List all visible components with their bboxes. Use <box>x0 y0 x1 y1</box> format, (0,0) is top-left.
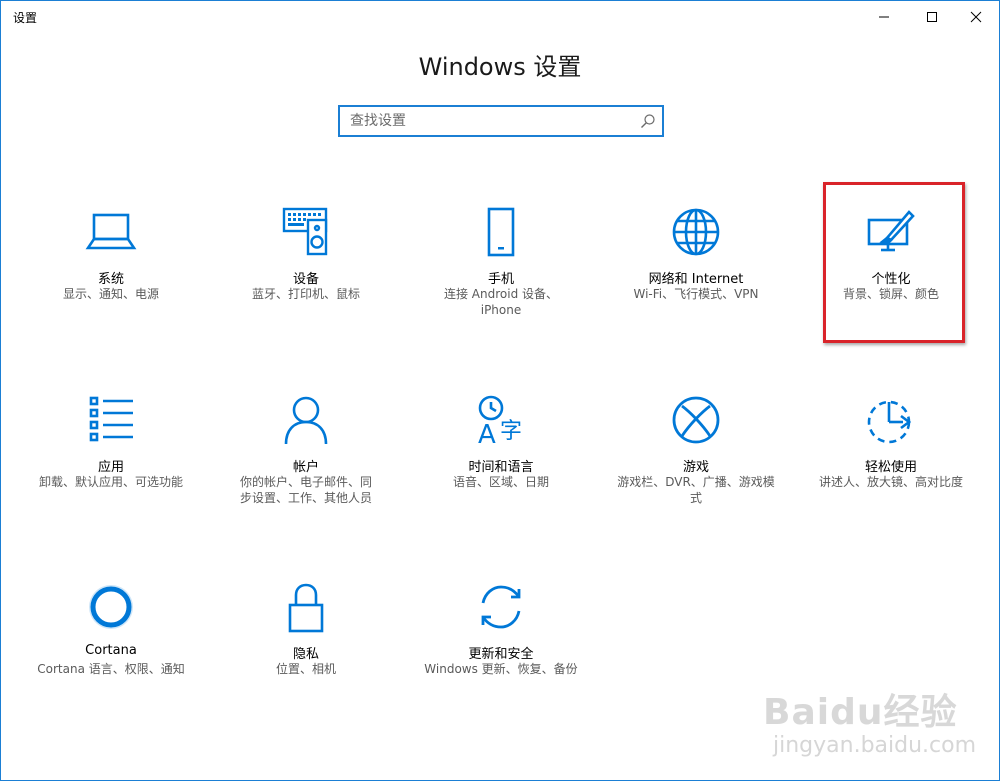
tile-description: Cortana 语言、权限、通知 <box>37 662 185 676</box>
maximize-icon <box>927 12 937 22</box>
tile-description: 游戏栏、DVR、广播、游戏模式 <box>617 475 775 505</box>
tile-description: 位置、相机 <box>275 662 336 676</box>
tile-gaming[interactable]: 游戏 游戏栏、DVR、广播、游戏模式 <box>606 394 786 509</box>
globe-icon <box>670 206 722 258</box>
tile-label: 隐私 <box>292 647 319 662</box>
svg-text:A: A <box>478 420 496 446</box>
tile-label: Cortana <box>85 643 137 658</box>
tile-time-language[interactable]: A 字 时间和语言 语音、区域、日期 <box>411 394 591 504</box>
search-input[interactable] <box>340 107 640 135</box>
tile-system[interactable]: 系统 显示、通知、电源 <box>21 206 201 316</box>
tile-phone[interactable]: 手机 连接 Android 设备、iPhone <box>411 206 591 321</box>
tile-label: 轻松使用 <box>864 460 917 475</box>
phone-icon <box>475 206 527 258</box>
tile-label: 应用 <box>97 460 124 475</box>
title-bar: 设置 <box>1 1 999 33</box>
tile-description: 显示、通知、电源 <box>62 287 159 301</box>
sync-icon <box>475 581 527 633</box>
page-title: Windows 设置 <box>418 53 582 81</box>
tile-network[interactable]: 网络和 Internet Wi-Fi、飞行模式、VPN <box>606 206 786 316</box>
highlight-box <box>823 182 965 343</box>
search-box[interactable] <box>338 105 664 137</box>
tile-description: 语音、区域、日期 <box>452 475 549 489</box>
maximize-button[interactable] <box>909 1 955 33</box>
tile-description: Wi-Fi、飞行模式、VPN <box>633 287 759 301</box>
tile-description: Windows 更新、恢复、备份 <box>424 662 578 676</box>
laptop-icon <box>85 206 137 258</box>
tile-devices[interactable]: 设备 蓝牙、打印机、鼠标 <box>216 206 396 316</box>
tile-label: 网络和 Internet <box>648 272 744 287</box>
tile-apps[interactable]: 应用 卸载、默认应用、可选功能 <box>21 394 201 504</box>
window-title: 设置 <box>13 11 38 25</box>
tile-label: 时间和语言 <box>468 460 534 475</box>
xbox-icon <box>670 394 722 446</box>
tile-label: 系统 <box>97 272 124 287</box>
watermark-brand: Baidu经验 <box>763 692 958 733</box>
time-language-icon: A 字 <box>475 394 527 446</box>
person-icon <box>280 394 332 446</box>
tile-cortana[interactable]: Cortana Cortana 语言、权限、通知 <box>21 581 201 691</box>
tile-ease-of-access[interactable]: 轻松使用 讲述人、放大镜、高对比度 <box>801 394 981 504</box>
close-button[interactable] <box>953 1 999 33</box>
minimize-icon <box>879 16 889 18</box>
tile-update-security[interactable]: 更新和安全 Windows 更新、恢复、备份 <box>411 581 591 696</box>
tile-label: 游戏 <box>682 460 709 475</box>
tile-description: 蓝牙、打印机、鼠标 <box>251 287 360 301</box>
tile-description: 你的帐户、电子邮件、同步设置、工作、其他人员 <box>239 475 372 505</box>
ease-of-access-icon <box>865 394 917 446</box>
lock-icon <box>280 581 332 633</box>
tile-label: 更新和安全 <box>468 647 534 662</box>
tile-accounts[interactable]: 帐户 你的帐户、电子邮件、同步设置、工作、其他人员 <box>216 394 396 509</box>
cortana-icon <box>85 581 137 633</box>
tile-description: 连接 Android 设备、iPhone <box>443 287 559 317</box>
close-icon <box>970 11 982 23</box>
watermark: Baidu经验 jingyan.baidu.com <box>763 683 993 773</box>
keyboard-speaker-icon <box>280 206 332 258</box>
search-icon[interactable] <box>640 113 656 129</box>
tile-description: 讲述人、放大镜、高对比度 <box>818 475 963 489</box>
svg-text:字: 字 <box>500 419 522 444</box>
tile-description: 卸载、默认应用、可选功能 <box>38 475 183 489</box>
tile-label: 帐户 <box>292 460 319 475</box>
tile-label: 设备 <box>292 272 319 287</box>
watermark-url: jingyan.baidu.com <box>773 733 977 758</box>
settings-window: 设置 Windows 设置 系统 显示、通知、电源 <box>0 0 1000 781</box>
apps-list-icon <box>85 394 137 446</box>
tile-label: 手机 <box>487 272 514 287</box>
tile-privacy[interactable]: 隐私 位置、相机 <box>216 581 396 691</box>
minimize-button[interactable] <box>861 1 907 33</box>
